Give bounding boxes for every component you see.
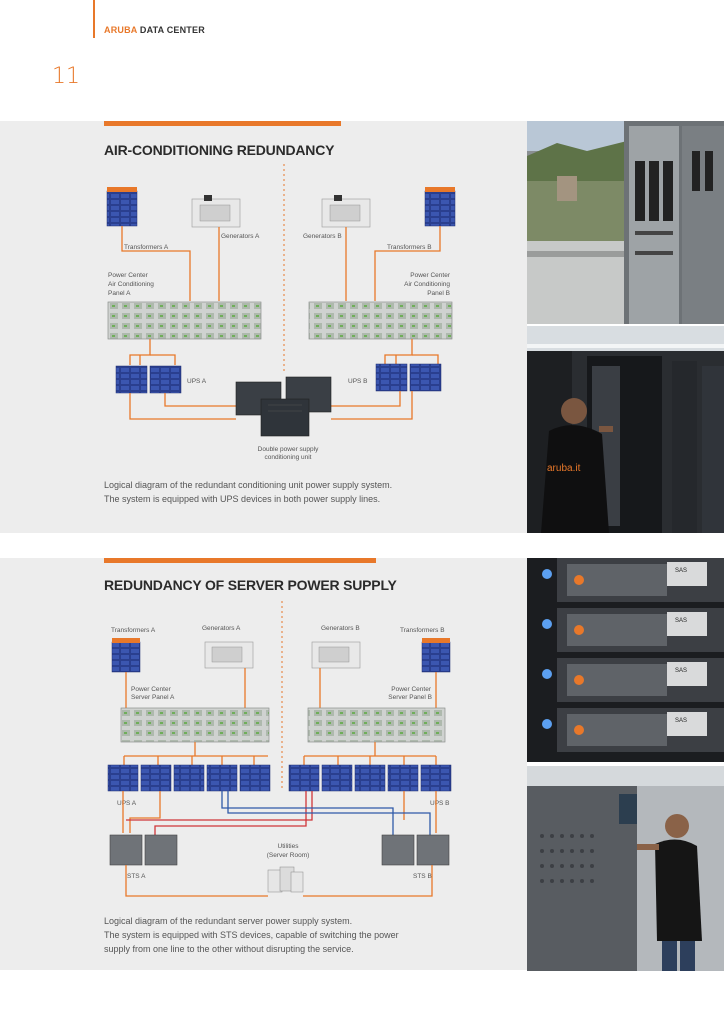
brand-rest: DATA CENTER	[139, 25, 205, 35]
label-pc-b-2: Air Conditioning	[404, 281, 450, 288]
power-center-panel-a	[107, 301, 262, 340]
section2-caption-line1: Logical diagram of the redundant server …	[104, 916, 353, 926]
label2-generators-b: Generators B	[321, 625, 360, 632]
label2-sts-b: STS B	[413, 873, 432, 880]
wires-top-2	[125, 668, 437, 708]
server-panel-b	[307, 707, 446, 743]
transformers-b-icon	[424, 187, 456, 227]
wires-sts-orange	[122, 791, 437, 833]
server-power-diagram: Transformers A Generators A Generators B…	[107, 601, 452, 897]
servers-icon	[267, 866, 304, 893]
conditioning-units-icon	[235, 376, 332, 437]
label2-pc-a-2: Server Panel A	[131, 694, 175, 701]
ups-b-icon	[375, 363, 442, 392]
label2-transformers-b: Transformers B	[400, 627, 445, 634]
label2-transformers-a: Transformers A	[111, 627, 156, 634]
section2-caption-line2: The system is equipped with STS devices,…	[104, 930, 399, 940]
label2-utilities-1: Utilities	[278, 843, 300, 850]
generators-a-icon-2	[204, 641, 254, 669]
label2-pc-b-1: Power Center	[391, 686, 432, 693]
brand-title: ARUBA DATA CENTER	[104, 25, 205, 35]
wires-sts-blue	[221, 791, 431, 836]
shirt-logo: aruba.it	[547, 463, 581, 474]
label-pc-b-3: Panel B	[427, 290, 450, 297]
label-transformers-b: Transformers B	[387, 244, 432, 251]
sts-a-icon	[109, 834, 178, 866]
label-generators-b: Generators B	[303, 233, 342, 240]
label-ups-b: UPS B	[348, 378, 368, 385]
transformers-a-icon	[106, 187, 138, 227]
label-unit-2: conditioning unit	[265, 454, 312, 461]
drive-label-2: SAS	[675, 618, 687, 624]
label2-utilities-2: (Server Room)	[267, 852, 310, 859]
label2-generators-a: Generators A	[202, 625, 241, 632]
ups-a-icon	[115, 365, 182, 394]
label2-pc-a-1: Power Center	[131, 686, 172, 693]
ups-b-row	[288, 764, 452, 792]
wires-ups-1	[129, 339, 439, 365]
section1-caption-line1: Logical diagram of the redundant conditi…	[104, 480, 393, 490]
label-pc-b-1: Power Center	[410, 272, 451, 279]
power-center-panel-b	[308, 301, 453, 340]
photo-server-drives: SAS SAS SAS SAS	[527, 558, 724, 762]
label-transformers-a: Transformers A	[124, 244, 169, 251]
label-unit-1: Double power supply	[258, 446, 319, 453]
wires-top-1	[121, 226, 441, 301]
label-ups-a: UPS A	[187, 378, 207, 385]
label2-ups-a: UPS A	[117, 800, 137, 807]
drive-label-1: SAS	[675, 568, 687, 574]
server-panel-a	[120, 707, 270, 743]
photo-switchboard-window	[527, 121, 724, 324]
wires-ups-2	[123, 742, 437, 765]
section1-caption-line2: The system is equipped with UPS devices …	[104, 494, 381, 504]
generators-a-icon	[191, 195, 241, 228]
label-pc-a-2: Air Conditioning	[108, 281, 154, 288]
label-pc-a-3: Panel A	[108, 290, 131, 297]
label-pc-a-1: Power Center	[108, 272, 149, 279]
air-conditioning-diagram: Transformers A Generators A Generators B…	[106, 164, 456, 461]
section2-caption-line3: supply from one line to the other withou…	[104, 944, 354, 954]
drive-label-4: SAS	[675, 718, 687, 724]
drive-label-3: SAS	[675, 668, 687, 674]
photo-technician-racks: aruba.it	[527, 326, 724, 533]
header-divider	[93, 0, 95, 38]
sts-b-icon	[381, 834, 450, 866]
brand-highlight: ARUBA	[104, 25, 138, 35]
label2-ups-b: UPS B	[430, 800, 450, 807]
ups-a-row	[107, 764, 271, 792]
section2-caption: Logical diagram of the redundant server …	[104, 914, 504, 956]
generators-b-icon	[321, 195, 371, 228]
label-generators-a: Generators A	[221, 233, 260, 240]
generators-b-icon-2	[311, 641, 361, 669]
page-number: 11	[52, 64, 80, 89]
label2-pc-b-2: Server Panel B	[388, 694, 432, 701]
transformers-b-icon-2	[421, 638, 451, 673]
label2-sts-a: STS A	[127, 873, 146, 880]
transformers-a-icon-2	[111, 638, 141, 673]
section1-caption: Logical diagram of the redundant conditi…	[104, 478, 464, 506]
photo-technician-cabinet	[527, 766, 724, 971]
